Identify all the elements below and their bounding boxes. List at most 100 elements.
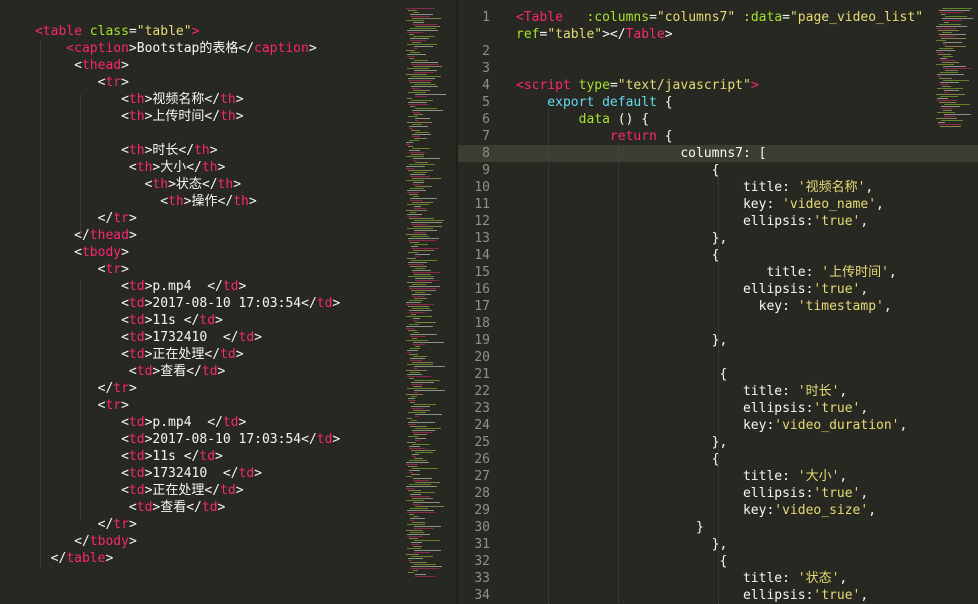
minimap-line: [409, 460, 427, 461]
minimap-line: [406, 340, 428, 341]
code-line[interactable]: ref="table"></Table>: [516, 26, 673, 43]
code-line[interactable]: key:'video_duration',: [516, 417, 907, 434]
code-token: <: [35, 262, 106, 277]
code-token: ellipsis:: [516, 282, 814, 297]
minimap-line: [409, 484, 431, 485]
code-token: >: [128, 211, 137, 226]
code-line[interactable]: <tr>: [35, 397, 129, 414]
code-line[interactable]: export default {: [516, 94, 672, 111]
code-line[interactable]: <td>p.mp4 </td>: [35, 414, 246, 431]
minimap-line: [944, 22, 949, 23]
right-minimap[interactable]: [936, 0, 976, 604]
code-line[interactable]: <th>操作</th>: [35, 193, 256, 210]
left-minimap[interactable]: [406, 0, 446, 604]
minimap-line: [410, 360, 422, 361]
code-line[interactable]: <thead>: [35, 57, 129, 74]
minimap-line: [940, 58, 947, 59]
minimap-line: [406, 166, 425, 167]
code-line[interactable]: <td>1732410 </td>: [35, 329, 262, 346]
minimap-line: [413, 22, 424, 23]
code-line[interactable]: columns7: [: [516, 145, 766, 162]
code-line[interactable]: <th>视频名称</th>: [35, 91, 243, 108]
code-token: <: [35, 330, 129, 345]
code-token: >: [238, 279, 247, 294]
code-line[interactable]: </table>: [35, 550, 114, 567]
code-line[interactable]: <tr>: [35, 261, 129, 278]
code-line[interactable]: <td>11s </td>: [35, 312, 223, 329]
minimap-line: [415, 268, 425, 269]
line-number: 30: [474, 520, 490, 535]
code-line[interactable]: </tr>: [35, 380, 137, 397]
code-line[interactable]: }: [516, 519, 704, 536]
code-token: :columns: [570, 10, 650, 25]
minimap-line: [410, 334, 437, 335]
minimap-line: [410, 266, 427, 267]
code-token: >正在处理</: [144, 483, 221, 498]
code-token: >操作</: [183, 194, 234, 209]
code-line[interactable]: ellipsis:'true',: [516, 213, 868, 230]
minimap-line: [414, 540, 440, 541]
code-token: th: [233, 194, 249, 209]
code-line[interactable]: <td>1732410 </td>: [35, 465, 262, 482]
minimap-line: [415, 414, 442, 415]
code-line[interactable]: <th>上传时间</th>: [35, 108, 243, 125]
code-line[interactable]: <th>状态</th>: [35, 176, 241, 193]
code-line[interactable]: <caption>Bootstap的表格</caption>: [35, 40, 316, 57]
code-line[interactable]: ellipsis:'true',: [516, 400, 868, 417]
code-line[interactable]: title: '视频名称',: [516, 179, 873, 196]
code-line[interactable]: <Table :columns="columns7" :data="page_v…: [516, 9, 923, 26]
right-editor-pane[interactable]: 1 2 3 4 5 6 7 8 9 10 11 12 13 14 15 16 17 18 19 20 21 22 23 24 2…: [458, 0, 978, 604]
minimap-line: [410, 106, 415, 107]
code-line[interactable]: title: '时长',: [516, 383, 847, 400]
code-line[interactable]: key:'video_size',: [516, 502, 876, 519]
code-line[interactable]: data () {: [516, 111, 649, 128]
minimap-line: [408, 424, 416, 425]
code-line[interactable]: title: '状态',: [516, 570, 847, 587]
left-editor-pane[interactable]: <table class="table"> <caption>Bootstap的…: [0, 0, 456, 604]
minimap-line: [414, 380, 440, 381]
code-line[interactable]: <td>查看</td>: [35, 499, 225, 516]
minimap-line: [406, 326, 433, 327]
minimap-line: [414, 298, 427, 299]
code-token: <Table: [516, 10, 571, 25]
code-line[interactable]: <th>大小</th>: [35, 159, 225, 176]
code-line[interactable]: <tbody>: [35, 244, 129, 261]
minimap-line: [415, 256, 419, 257]
code-line[interactable]: key: 'timestamp',: [516, 298, 892, 315]
code-line[interactable]: </tr>: [35, 516, 137, 533]
minimap-line: [412, 522, 425, 523]
code-line[interactable]: <table class="table">: [35, 23, 199, 40]
code-line[interactable]: <th>时长</th>: [35, 142, 217, 159]
code-line[interactable]: <td>p.mp4 </td>: [35, 278, 246, 295]
code-token: ,: [888, 265, 897, 280]
code-line[interactable]: <td>正在处理</td>: [35, 482, 243, 499]
minimap-line: [407, 30, 438, 31]
code-token: td: [316, 432, 333, 447]
code-line[interactable]: <td>查看</td>: [35, 363, 225, 380]
minimap-line: [409, 288, 437, 289]
code-token: <: [35, 160, 137, 175]
code-token: ,: [839, 571, 848, 586]
minimap-line: [411, 556, 433, 557]
code-line[interactable]: key: 'video_name',: [516, 196, 884, 213]
code-line[interactable]: ellipsis:'true',: [516, 281, 868, 298]
code-token: ellipsis:: [516, 214, 814, 229]
code-line[interactable]: </thead>: [35, 227, 137, 244]
code-token: 'true': [813, 588, 861, 603]
minimap-line: [412, 202, 433, 203]
code-line[interactable]: title: '上传时间',: [516, 264, 897, 281]
code-token: td: [128, 449, 145, 464]
code-line[interactable]: ellipsis:'true',: [516, 485, 868, 502]
code-line[interactable]: ellipsis:'true',: [516, 587, 868, 604]
code-line[interactable]: </tbody>: [35, 533, 137, 550]
code-line[interactable]: <td>正在处理</td>: [35, 346, 243, 363]
code-line[interactable]: </tr>: [35, 210, 137, 227]
code-line[interactable]: return {: [516, 128, 673, 145]
code-line[interactable]: <td>11s </td>: [35, 448, 223, 465]
minimap-line: [412, 18, 441, 19]
code-line[interactable]: <tr>: [35, 74, 129, 91]
code-line[interactable]: <script type="text/javascript">: [516, 77, 759, 94]
minimap-line: [407, 44, 437, 45]
minimap-line: [413, 546, 422, 547]
code-line[interactable]: title: '大小',: [516, 468, 847, 485]
